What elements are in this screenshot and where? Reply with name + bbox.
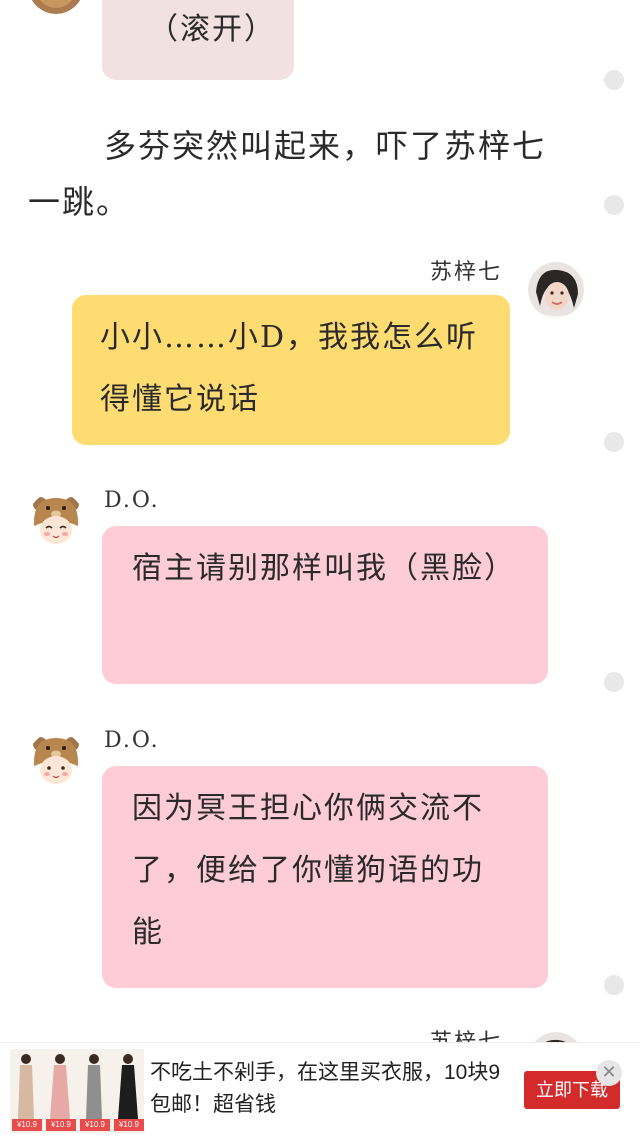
bot-avatar-partial[interactable]	[28, 0, 84, 14]
chat-page: （滚开） 多芬突然叫起来，吓了苏梓七一跳。 苏梓七 小小……小D，我我怎么听得懂…	[0, 0, 640, 1138]
bear-hat-icon	[28, 732, 84, 788]
bear-hat-icon	[31, 0, 81, 14]
user-avatar[interactable]	[528, 262, 584, 318]
sender-name: 苏梓七	[430, 260, 503, 285]
sender-name: D.O.	[104, 488, 160, 513]
price-tag: ¥10.9	[80, 1119, 110, 1131]
side-dot-icon	[604, 975, 624, 995]
message-bubble[interactable]: 因为冥王担心你俩交流不了，便给了你懂狗语的功能	[102, 766, 548, 988]
message-text: （滚开）	[148, 12, 276, 47]
message-bubble[interactable]: 宿主请别那样叫我（黑脸）	[102, 526, 548, 684]
message-text: 宿主请别那样叫我（黑脸）	[132, 551, 516, 586]
bot-avatar[interactable]	[28, 732, 84, 788]
narration-text: 多芬突然叫起来，吓了苏梓七一跳。	[28, 118, 558, 230]
side-dot-icon	[604, 195, 624, 215]
message-text: 小小……小D，我我怎么听得懂它说话	[100, 320, 479, 417]
message-bubble-top[interactable]: （滚开）	[102, 0, 294, 80]
ad-banner[interactable]: ¥10.9 ¥10.9 ¥10.9 ¥10.9 不吃土不剁手，在这里买衣服，10…	[0, 1042, 640, 1138]
girl-photo-icon	[528, 262, 584, 318]
bear-hat-icon	[28, 492, 84, 548]
close-icon[interactable]: ✕	[596, 1060, 622, 1086]
bot-avatar[interactable]	[28, 492, 84, 548]
side-dot-icon	[604, 70, 624, 90]
price-tag: ¥10.9	[12, 1119, 42, 1131]
ad-image[interactable]: ¥10.9 ¥10.9 ¥10.9 ¥10.9	[10, 1049, 144, 1133]
message-text: 因为冥王担心你俩交流不了，便给了你懂狗语的功能	[132, 791, 484, 950]
price-tag: ¥10.9	[114, 1119, 144, 1131]
side-dot-icon	[604, 672, 624, 692]
message-bubble[interactable]: 小小……小D，我我怎么听得懂它说话	[72, 295, 510, 445]
sender-name: D.O.	[104, 728, 160, 753]
narration-content: 多芬突然叫起来，吓了苏梓七一跳。	[28, 127, 547, 221]
side-dot-icon	[604, 432, 624, 452]
ad-text[interactable]: 不吃土不剁手，在这里买衣服，10块9包邮！超省钱	[150, 1057, 510, 1121]
price-tag: ¥10.9	[46, 1119, 76, 1131]
